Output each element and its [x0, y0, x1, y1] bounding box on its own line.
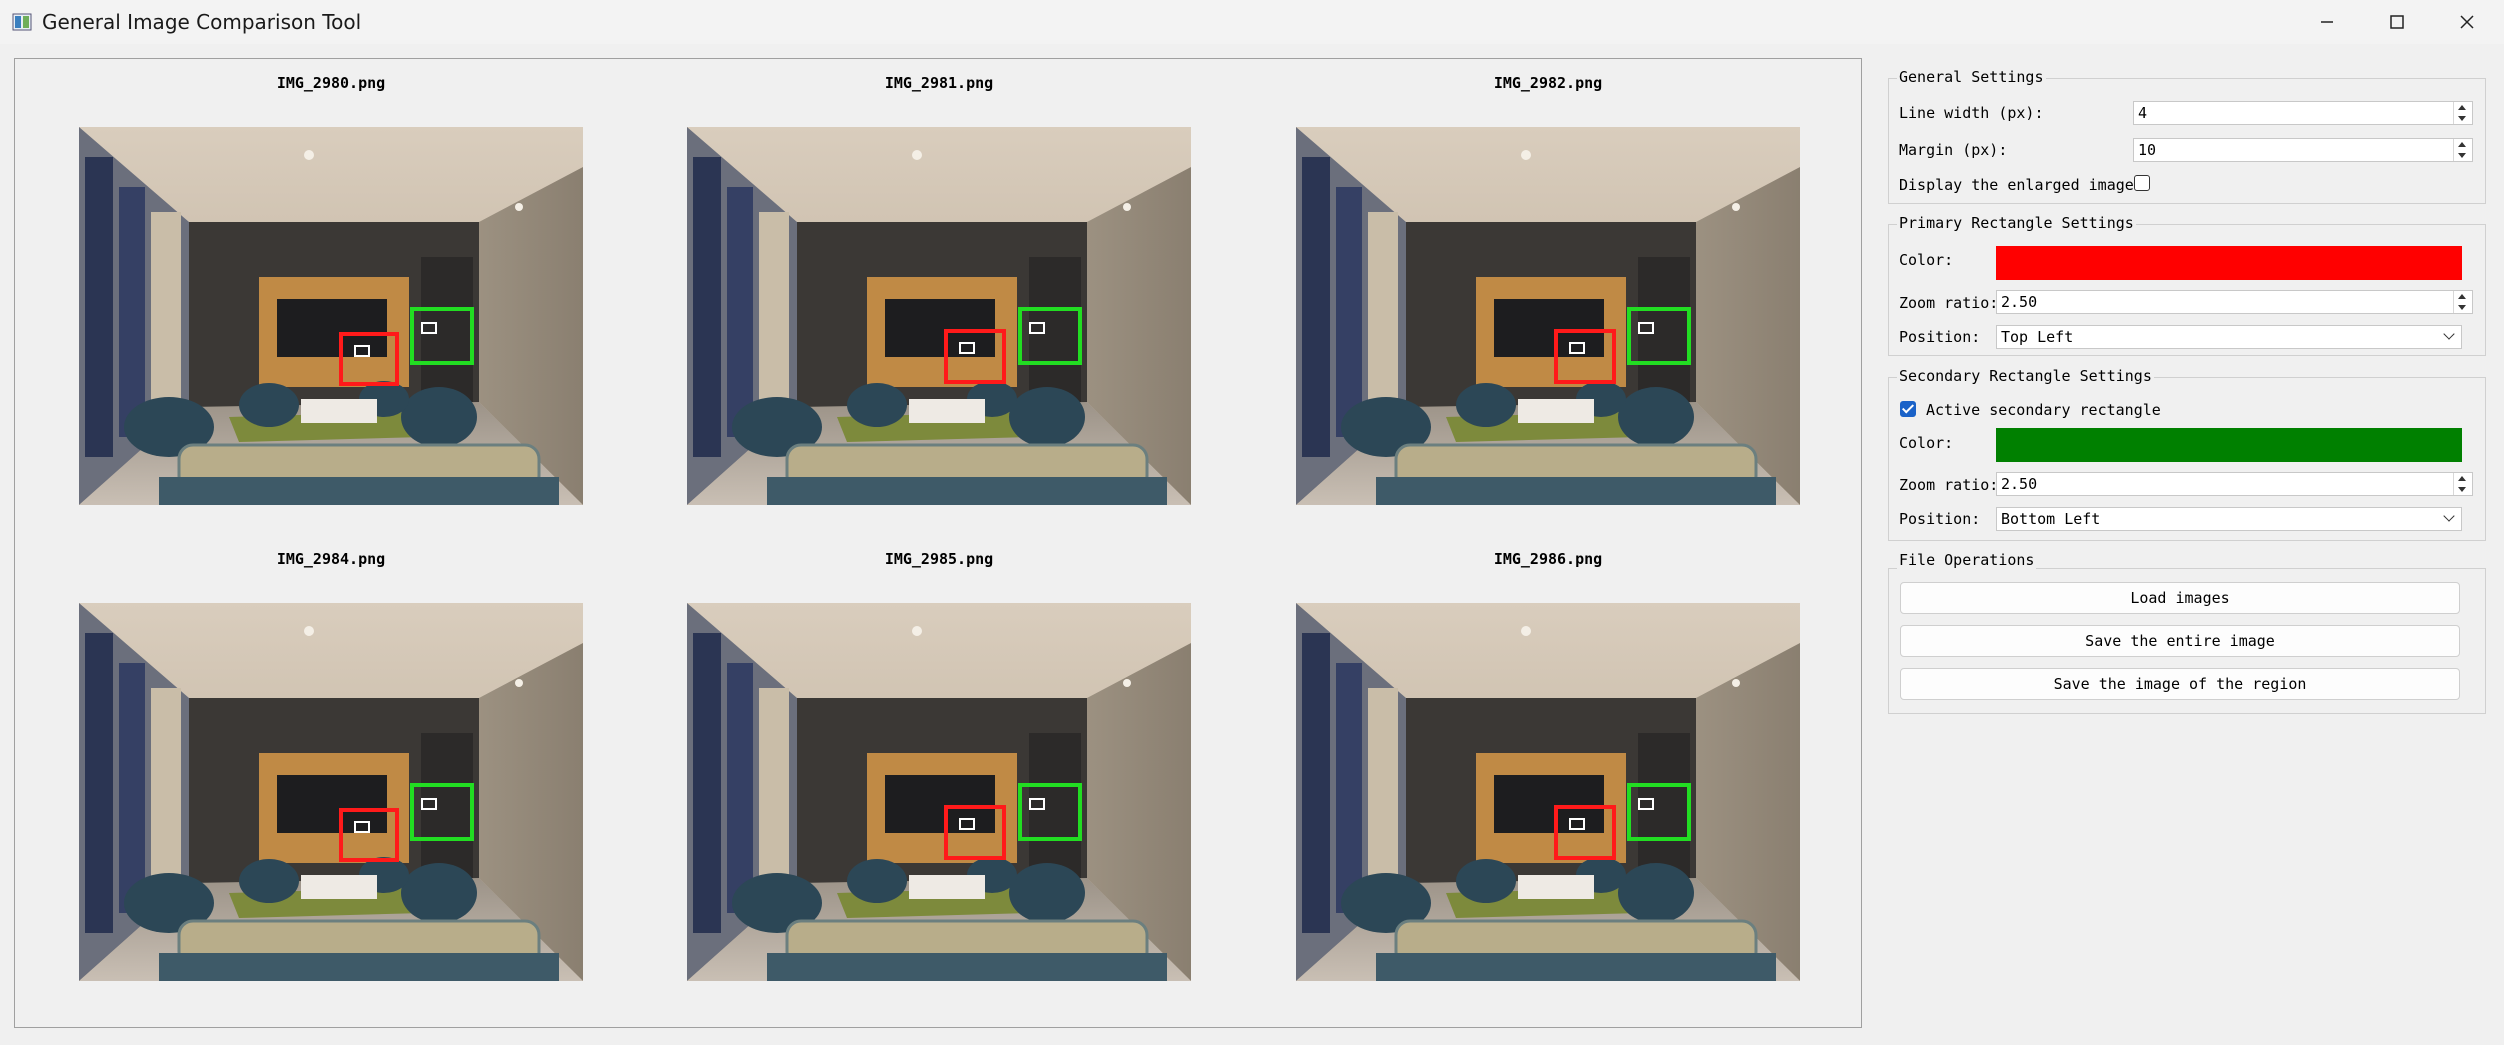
secondary-zoom-label: Zoom ratio:: [1899, 476, 1999, 494]
primary-position-value: Top Left: [2001, 328, 2074, 346]
image-title: IMG_2984.png: [276, 550, 386, 568]
line-width-spinbox[interactable]: 4: [2133, 101, 2473, 125]
title-bar: General Image Comparison Tool: [0, 0, 2504, 44]
image-title: IMG_2985.png: [884, 550, 994, 568]
margin-value: 10: [2138, 141, 2157, 159]
save-entire-image-button[interactable]: Save the entire image: [1900, 625, 2460, 657]
window-title: General Image Comparison Tool: [42, 10, 362, 34]
active-secondary-label: Active secondary rectangle: [1926, 401, 2161, 419]
display-enlarged-label: Display the enlarged image:: [1899, 176, 2143, 194]
primary-color-label: Color:: [1899, 251, 1954, 269]
secondary-position-select[interactable]: Bottom Left: [1996, 507, 2462, 531]
maximize-button[interactable]: [2362, 0, 2432, 44]
primary-color-swatch[interactable]: [1996, 246, 2462, 280]
minimize-icon: [2321, 21, 2333, 23]
margin-label: Margin (px):: [1899, 141, 2008, 159]
file-operations-title: File Operations: [1897, 551, 2037, 569]
primary-zoom-spinbox[interactable]: 2.50: [1996, 290, 2473, 314]
secondary-color-swatch[interactable]: [1996, 428, 2462, 462]
image-thumbnail[interactable]: [687, 127, 1191, 505]
margin-spinbox[interactable]: 10: [2133, 138, 2473, 162]
spin-arrows[interactable]: [2453, 139, 2472, 161]
image-thumbnail[interactable]: [79, 603, 583, 981]
spin-arrows[interactable]: [2453, 102, 2472, 124]
secondary-rect-title: Secondary Rectangle Settings: [1897, 367, 2154, 385]
app-icon: [12, 12, 32, 32]
image-thumbnail[interactable]: [1296, 127, 1800, 505]
spin-arrows[interactable]: [2453, 473, 2472, 495]
maximize-icon: [2390, 15, 2404, 29]
minimize-button[interactable]: [2292, 0, 2362, 44]
primary-position-select[interactable]: Top Left: [1996, 325, 2462, 349]
spin-arrows[interactable]: [2453, 291, 2472, 313]
primary-position-label: Position:: [1899, 328, 1981, 346]
secondary-position-label: Position:: [1899, 510, 1981, 528]
secondary-color-label: Color:: [1899, 434, 1954, 452]
image-title: IMG_2986.png: [1493, 550, 1603, 568]
chevron-down-icon: [2443, 510, 2455, 522]
secondary-zoom-spinbox[interactable]: 2.50: [1996, 472, 2473, 496]
primary-zoom-value: 2.50: [2001, 293, 2038, 311]
general-settings-title: General Settings: [1897, 68, 2046, 86]
save-region-image-button[interactable]: Save the image of the region: [1900, 668, 2460, 700]
display-enlarged-checkbox[interactable]: [2134, 175, 2150, 191]
image-title: IMG_2980.png: [276, 74, 386, 92]
image-thumbnail[interactable]: [687, 603, 1191, 981]
image-title: IMG_2982.png: [1493, 74, 1603, 92]
chevron-down-icon: [2443, 328, 2455, 340]
image-thumbnail[interactable]: [1296, 603, 1800, 981]
primary-zoom-label: Zoom ratio:: [1899, 294, 1999, 312]
secondary-position-value: Bottom Left: [2001, 510, 2101, 528]
image-title: IMG_2981.png: [884, 74, 994, 92]
line-width-value: 4: [2138, 104, 2148, 122]
secondary-zoom-value: 2.50: [2001, 475, 2038, 493]
line-width-label: Line width (px):: [1899, 104, 2044, 122]
close-button[interactable]: [2432, 0, 2502, 44]
load-images-button[interactable]: Load images: [1900, 582, 2460, 614]
image-thumbnail[interactable]: [79, 127, 583, 505]
primary-rect-title: Primary Rectangle Settings: [1897, 214, 2136, 232]
close-icon: [2460, 15, 2474, 29]
active-secondary-checkbox[interactable]: [1900, 401, 1916, 417]
